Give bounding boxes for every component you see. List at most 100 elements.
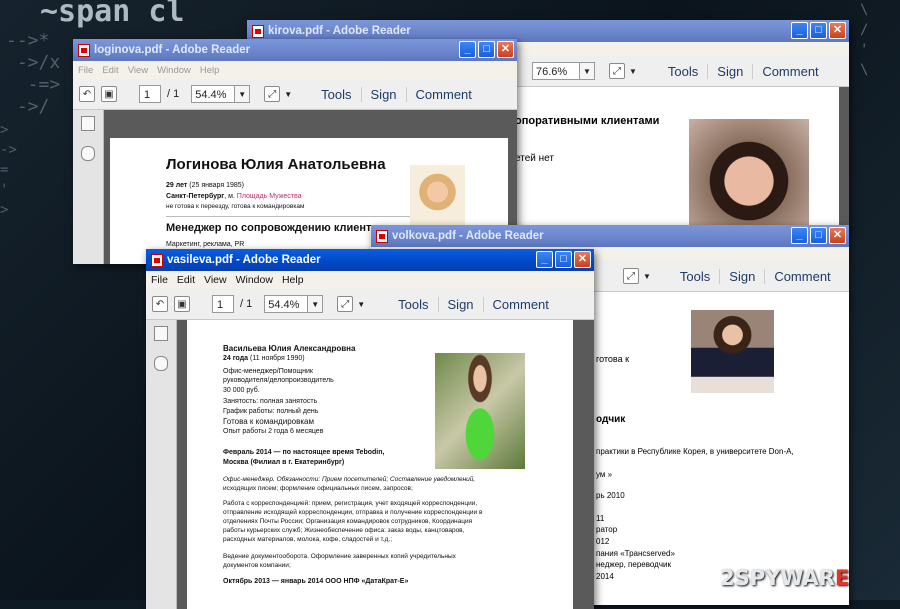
chevron-down-icon[interactable]: ▼ (284, 90, 292, 99)
close-button[interactable]: ✕ (829, 227, 846, 244)
duties-text: документов компании; (223, 562, 291, 569)
chevron-down-icon[interactable]: ▼ (629, 67, 637, 76)
window-title: vasileva.pdf - Adobe Reader (167, 254, 321, 266)
maximize-button[interactable]: □ (478, 41, 495, 58)
duties-text: Работа с корреспонденцией: прием, регист… (223, 500, 478, 507)
chevron-down-icon[interactable]: ▼ (643, 272, 651, 281)
chevron-down-icon[interactable]: ▼ (357, 300, 365, 309)
pdf-icon (151, 253, 163, 267)
fullscreen-icon[interactable]: ⤢ (609, 63, 625, 79)
tools-button[interactable]: Tools (312, 87, 360, 102)
page-number-input[interactable]: 1 (139, 85, 161, 103)
page-text: одчик (596, 414, 626, 425)
page-text: неджер, переводчик (596, 560, 671, 569)
close-button[interactable]: ✕ (574, 251, 591, 268)
relocation-text: не готова к переезду, готова к командиро… (166, 203, 305, 210)
menu-file[interactable]: File (78, 65, 93, 76)
duties-text: работы курьерских служб; Жизнеобеспечени… (223, 527, 465, 534)
pdf-icon (252, 24, 264, 38)
comment-button[interactable]: Comment (764, 268, 839, 284)
menu-edit[interactable]: Edit (102, 65, 118, 76)
vasileva-titlebar[interactable]: vasileva.pdf - Adobe Reader _ □ ✕ (146, 249, 594, 271)
page-text: 11 (596, 514, 605, 523)
candidate-photo (410, 165, 465, 225)
sign-button[interactable]: Sign (437, 296, 483, 312)
menu-view[interactable]: View (128, 65, 148, 76)
attachment-icon[interactable] (154, 356, 168, 371)
duties-text: отделениях Почты России; Организация ком… (223, 518, 473, 525)
create-pdf-icon[interactable]: ▣ (101, 86, 117, 102)
menu-window[interactable]: Window (157, 65, 191, 76)
duties-text: Ведение документооборота. Оформление зав… (223, 553, 456, 560)
tools-button[interactable]: Tools (671, 269, 719, 284)
document-page: опоративными клиентами етей нет (515, 87, 849, 230)
zoom-input[interactable]: 76.6% (532, 62, 580, 80)
vasileva-window[interactable]: vasileva.pdf - Adobe Reader _ □ ✕ File E… (146, 249, 594, 609)
sign-button[interactable]: Sign (707, 63, 752, 79)
zoom-dropdown[interactable]: ▼ (580, 62, 595, 80)
candidate-name: Васильева Юлия Александровна (223, 344, 356, 353)
sign-button[interactable]: Sign (719, 268, 764, 284)
menu-window[interactable]: Window (236, 274, 273, 286)
menu-view[interactable]: View (204, 274, 227, 286)
window-title: kirova.pdf - Adobe Reader (268, 25, 411, 37)
close-button[interactable]: ✕ (497, 41, 514, 58)
comment-button[interactable]: Comment (482, 296, 558, 312)
maximize-button[interactable]: □ (810, 227, 827, 244)
loginova-titlebar[interactable]: loginova.pdf - Adobe Reader _ □ ✕ (73, 39, 517, 61)
schedule: График работы: полный день (223, 408, 319, 415)
document-page: Васильева Юлия Александровна 24 года (11… (187, 320, 573, 609)
menu-help[interactable]: Help (282, 274, 304, 286)
candidate-age: 29 лет (25 января 1985) (166, 182, 244, 189)
close-button[interactable]: ✕ (829, 22, 846, 39)
document-area: Васильева Юлия Александровна 24 года (11… (177, 320, 594, 609)
zoom-input[interactable]: 54.4% (191, 85, 236, 103)
tools-button[interactable]: Tools (659, 64, 707, 79)
minimize-button[interactable]: _ (791, 227, 808, 244)
duties-text: отправление исходящей корреспонденции, о… (223, 509, 483, 516)
comment-button[interactable]: Comment (405, 86, 481, 102)
minimize-button[interactable]: _ (536, 251, 553, 268)
volkova-titlebar[interactable]: volkova.pdf - Adobe Reader _ □ ✕ (371, 225, 849, 247)
pages-icon[interactable] (154, 326, 168, 341)
business-trips: Готова к командировкам (223, 417, 314, 426)
menu-file[interactable]: File (151, 274, 168, 286)
tools-button[interactable]: Tools (389, 297, 437, 312)
candidate-age: 24 года (11 ноября 1990) (223, 355, 305, 362)
job-period: Февраль 2014 — по настоящее время Tebodi… (223, 449, 385, 456)
site-logo: 2SPYWARE (720, 566, 850, 590)
job-period: Октябрь 2013 — январь 2014 ООО НПФ «Дата… (223, 578, 409, 585)
zoom-dropdown[interactable]: ▼ (308, 295, 324, 313)
experience: Опыт работы 2 года 6 месяцев (223, 428, 324, 435)
background-code: > -> = ' > (0, 122, 17, 218)
toolbar: ↶ ▣ 1 / 1 54.4% ▼ ⤢ ▼ Tools Sign Comment (73, 79, 517, 110)
duties-text: расходных материалов, молока, кофе, слад… (223, 536, 393, 543)
background-code: \ / ' \ (860, 2, 869, 78)
fullscreen-icon[interactable]: ⤢ (264, 86, 281, 102)
zoom-input[interactable]: 54.4% (264, 295, 309, 313)
sign-button[interactable]: Sign (360, 86, 406, 102)
create-pdf-icon[interactable]: ▣ (174, 296, 190, 312)
open-file-icon[interactable]: ↶ (152, 296, 168, 312)
background-code: -->* ->/x -=> ->/ (6, 30, 61, 117)
zoom-dropdown[interactable]: ▼ (235, 85, 251, 103)
maximize-button[interactable]: □ (555, 251, 572, 268)
pdf-icon (78, 43, 90, 57)
menu-edit[interactable]: Edit (177, 274, 195, 286)
document-page: готова к одчик практики в Республике Кор… (591, 292, 833, 605)
minimize-button[interactable]: _ (459, 41, 476, 58)
open-file-icon[interactable]: ↶ (79, 86, 95, 102)
window-title: volkova.pdf - Adobe Reader (392, 230, 544, 242)
page-text: 012 (596, 537, 610, 546)
minimize-button[interactable]: _ (791, 22, 808, 39)
fullscreen-icon[interactable]: ⤢ (337, 296, 354, 312)
comment-button[interactable]: Comment (752, 63, 827, 79)
attachment-icon[interactable] (81, 146, 95, 161)
menu-help[interactable]: Help (200, 65, 220, 76)
fullscreen-icon[interactable]: ⤢ (623, 268, 639, 284)
maximize-button[interactable]: □ (810, 22, 827, 39)
page-text: пания «Трансserved» (596, 549, 675, 558)
pages-icon[interactable] (81, 116, 95, 131)
navigation-panel (146, 320, 177, 609)
page-number-input[interactable]: 1 (212, 295, 234, 313)
